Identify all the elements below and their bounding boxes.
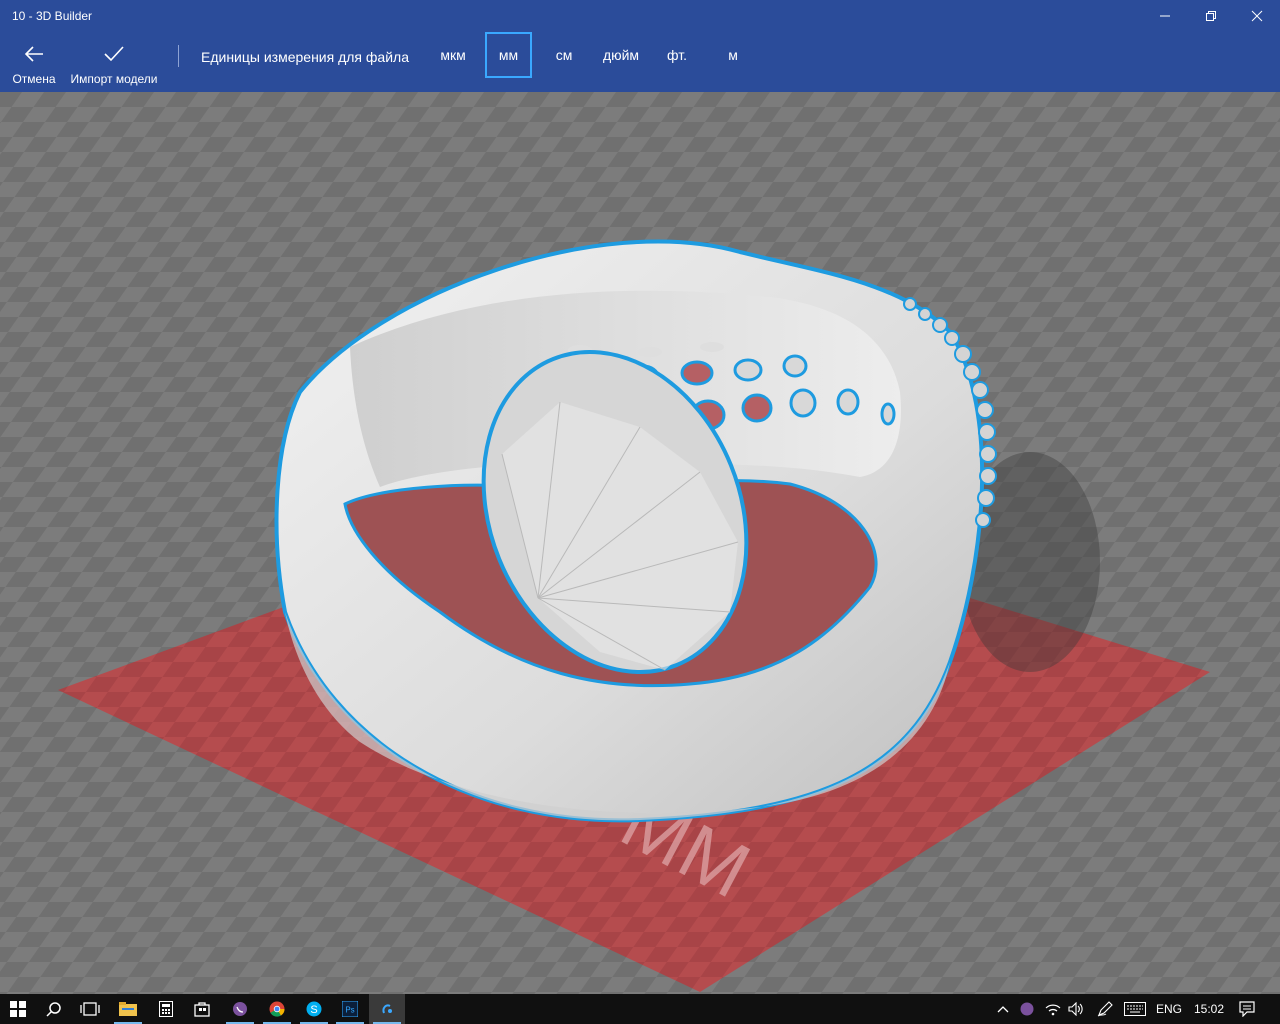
taskbar-chrome[interactable] [259,994,295,1024]
search-button[interactable] [36,994,72,1024]
viber-icon [233,1002,247,1016]
3d-builder-icon [382,1004,392,1014]
keyboard-icon [1124,1002,1146,1016]
close-icon [1251,10,1263,22]
search-icon [46,1002,61,1017]
action-center-button[interactable] [1232,994,1262,1024]
taskbar-viber[interactable] [222,994,258,1024]
unit-meter-button[interactable]: м [710,32,756,78]
scene-canvas[interactable]: MM [0,92,1280,994]
import-model-button[interactable]: Импорт модели [66,32,162,92]
input-language[interactable]: ENG [1156,1002,1182,1016]
viber-tray-icon [1020,1002,1034,1016]
tray-touch-keyboard[interactable] [1120,994,1150,1024]
taskbar-store[interactable] [184,994,220,1024]
unit-millimeter-button[interactable]: мм [485,32,532,78]
taskbar-file-explorer[interactable] [110,994,146,1024]
unit-centimeter-button[interactable]: см [541,32,587,78]
checkmark-icon [66,42,162,68]
taskbar-3d-builder[interactable] [369,994,405,1024]
wifi-icon [1045,1004,1061,1016]
svg-text:S: S [310,1004,317,1016]
taskbar-photoshop[interactable]: Ps [332,994,368,1024]
close-button[interactable] [1234,0,1280,32]
restore-button[interactable] [1188,0,1234,32]
photoshop-icon: Ps [342,1001,358,1017]
cancel-label: Отмена [12,72,56,86]
calculator-icon [159,1001,173,1017]
tray-viber[interactable] [1014,994,1040,1024]
minimize-button[interactable] [1142,0,1188,32]
minimize-icon [1160,15,1170,17]
taskbar: S Ps ENG 15:02 [0,994,1280,1024]
3d-viewport[interactable]: MM [0,92,1280,994]
pen-icon [1097,1001,1113,1017]
taskbar-skype[interactable]: S [296,994,332,1024]
unit-micrometer-button[interactable]: мкм [430,32,476,78]
svg-text:Ps: Ps [345,1006,354,1015]
command-separator [178,45,179,67]
chevron-up-icon [997,1006,1009,1013]
back-arrow-icon [8,42,60,68]
task-view-icon [80,1002,100,1016]
restore-icon [1206,11,1216,21]
tray-pen[interactable] [1092,994,1118,1024]
tray-volume[interactable] [1063,994,1089,1024]
clock-time[interactable]: 15:02 [1194,1002,1224,1016]
unit-inch-button[interactable]: дюйм [596,32,646,78]
store-icon [194,1002,210,1017]
start-button[interactable] [0,994,36,1024]
unit-foot-button[interactable]: фт. [654,32,700,78]
notification-icon [1239,1001,1255,1017]
taskbar-calculator[interactable] [148,994,184,1024]
ring-model[interactable] [274,239,997,823]
cancel-button[interactable]: Отмена [8,32,60,92]
volume-icon [1068,1002,1083,1016]
command-bar: Отмена Импорт модели Единицы измерения д… [0,32,1280,92]
import-model-label: Импорт модели [70,72,158,86]
skype-icon: S [306,1001,322,1017]
task-view-button[interactable] [72,994,108,1024]
windows-start-icon [10,1001,26,1017]
file-units-label: Единицы измерения для файла [201,49,409,65]
window-title: 10 - 3D Builder [12,9,93,23]
title-bar: 10 - 3D Builder [0,0,1280,32]
tray-overflow-button[interactable] [990,994,1016,1024]
chrome-icon [269,1001,285,1017]
file-explorer-icon [119,1002,137,1016]
